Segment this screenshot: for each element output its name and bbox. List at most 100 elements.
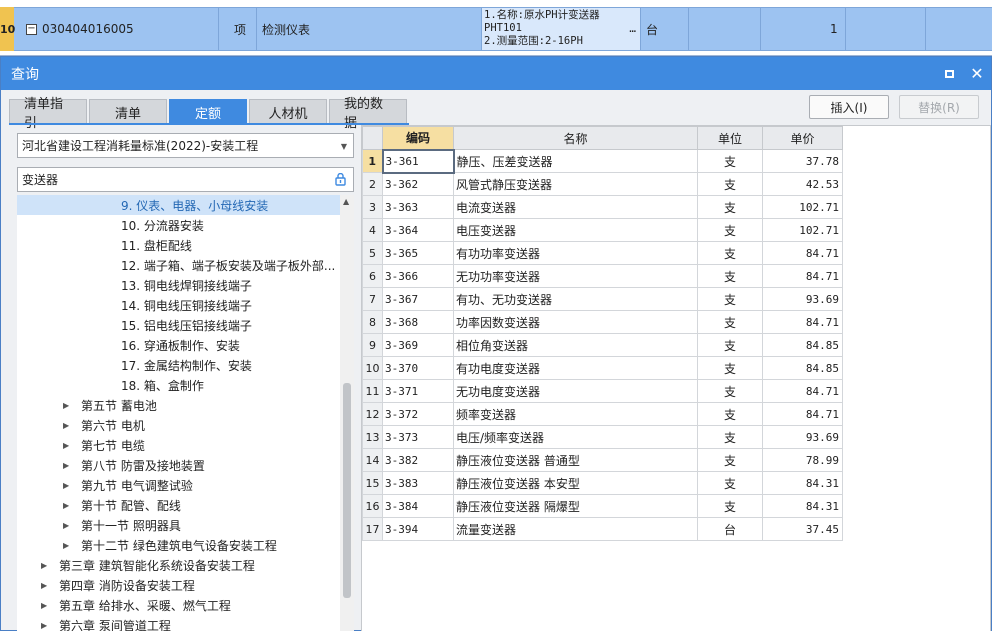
column-header-code[interactable]: 编码 [382,126,454,150]
table-row[interactable]: 15 3-383 静压液位变送器 本安型支 84.31 [362,471,843,495]
tree-item[interactable]: 11. 盘柜配线 [17,235,340,255]
sheet-quantity[interactable]: 1 [830,7,838,51]
more-icon[interactable]: … [629,22,636,35]
code-cell[interactable]: 3-361 [381,148,455,174]
unit-cell[interactable]: 支 [697,172,763,196]
caret-right-icon[interactable]: ▶ [41,561,53,570]
price-cell[interactable]: 102.71 [762,218,843,242]
price-cell[interactable]: 84.31 [762,494,843,518]
price-cell[interactable]: 93.69 [762,287,843,311]
price-cell[interactable]: 84.31 [762,471,843,495]
price-cell[interactable]: 84.71 [762,310,843,334]
tree-item[interactable]: 10. 分流器安装 [17,215,340,235]
caret-right-icon[interactable]: ▶ [41,621,53,630]
name-cell[interactable]: 相位角变送器 [453,333,698,357]
tree-item[interactable]: 15. 铝电线压铝接线端子 [17,315,340,335]
caret-right-icon[interactable]: ▶ [63,461,75,470]
collapse-icon[interactable]: − [26,23,37,35]
code-cell[interactable]: 3-364 [382,218,454,242]
tree-item[interactable]: 13. 铜电线焊铜接线端子 [17,275,340,295]
tab-quota[interactable]: 定额 [169,99,247,124]
row-number[interactable]: 6 [362,264,383,288]
unit-cell[interactable]: 支 [697,471,763,495]
code-cell[interactable]: 3-371 [382,379,454,403]
price-cell[interactable]: 42.53 [762,172,843,196]
tab-my-data[interactable]: 我的数据 [329,97,407,131]
row-number[interactable]: 9 [362,333,383,357]
name-cell[interactable]: 流量变送器 [453,517,698,541]
name-cell[interactable]: 静压、压差变送器 [453,149,698,173]
tree-item[interactable]: ▶ 第五节 蓄电池 [17,395,340,415]
scroll-up-icon[interactable]: ▲ [343,197,349,206]
caret-right-icon[interactable]: ▶ [63,481,75,490]
table-row[interactable]: 3 3-363 电流变送器支 102.71 [362,195,843,219]
table-row[interactable]: 11 3-371 无功电度变送器支 84.71 [362,379,843,403]
unit-cell[interactable]: 支 [697,356,763,380]
tree-item[interactable]: ▶ 第九节 电气调整试验 [17,475,340,495]
price-cell[interactable]: 93.69 [762,425,843,449]
name-cell[interactable]: 无功电度变送器 [453,379,698,403]
tree-item[interactable]: ▶ 第六章 泵间管道工程 [17,615,340,631]
row-number[interactable]: 17 [362,517,383,541]
unit-cell[interactable]: 支 [697,379,763,403]
sheet-type[interactable]: 项 [234,7,246,51]
table-row[interactable]: 2 3-362 风管式静压变送器支 42.53 [362,172,843,196]
row-number[interactable]: 13 [362,425,383,449]
chevron-down-icon[interactable]: ▼ [341,142,347,151]
tree-item[interactable]: 9. 仪表、电器、小母线安装 [17,195,340,215]
table-row[interactable]: 12 3-372 频率变送器支 84.71 [362,402,843,426]
tree-item[interactable]: 12. 端子箱、端子板安装及端子板外部... [17,255,340,275]
column-header-name[interactable]: 名称 [453,126,698,150]
unit-cell[interactable]: 支 [697,402,763,426]
tree-scrollbar[interactable]: ▲ [340,195,354,631]
code-cell[interactable]: 3-362 [382,172,454,196]
price-cell[interactable]: 78.99 [762,448,843,472]
code-cell[interactable]: 3-373 [382,425,454,449]
name-cell[interactable]: 风管式静压变送器 [453,172,698,196]
caret-right-icon[interactable]: ▶ [63,501,75,510]
tree-item[interactable]: ▶ 第七节 电缆 [17,435,340,455]
unit-cell[interactable]: 支 [697,195,763,219]
caret-right-icon[interactable]: ▶ [63,541,75,550]
name-cell[interactable]: 电压变送器 [453,218,698,242]
search-input[interactable]: 变送器 [17,167,354,192]
table-row[interactable]: 4 3-364 电压变送器支 102.71 [362,218,843,242]
row-number[interactable]: 7 [362,287,383,311]
tree-item[interactable]: ▶ 第十二节 绿色建筑电气设备安装工程 [17,535,340,555]
unit-cell[interactable]: 支 [697,310,763,334]
caret-right-icon[interactable]: ▶ [63,401,75,410]
tab-list-guide[interactable]: 清单指引 [9,97,87,131]
column-header-price[interactable]: 单价 [762,126,843,150]
row-number[interactable]: 11 [362,379,383,403]
caret-right-icon[interactable]: ▶ [41,601,53,610]
name-cell[interactable]: 电流变送器 [453,195,698,219]
sheet-name[interactable]: 检测仪表 [262,7,310,51]
table-row[interactable]: 7 3-367 有功、无功变送器支 93.69 [362,287,843,311]
tree-item[interactable]: ▶ 第十节 配管、配线 [17,495,340,515]
row-number[interactable]: 16 [362,494,383,518]
unit-cell[interactable]: 支 [697,494,763,518]
sheet-row-number[interactable]: 10 [0,7,15,51]
sheet-code-cell[interactable]: − 030404016005 [26,7,134,51]
code-cell[interactable]: 3-368 [382,310,454,334]
code-cell[interactable]: 3-370 [382,356,454,380]
code-cell[interactable]: 3-363 [382,195,454,219]
row-number[interactable]: 5 [362,241,383,265]
row-number[interactable]: 8 [362,310,383,334]
name-cell[interactable]: 静压液位变送器 本安型 [453,471,698,495]
column-header-unit[interactable]: 单位 [697,126,763,150]
tree-item[interactable]: ▶ 第三章 建筑智能化系统设备安装工程 [17,555,340,575]
table-row[interactable]: 14 3-382 静压液位变送器 普通型支 78.99 [362,448,843,472]
tab-labor-material[interactable]: 人材机 [249,99,327,124]
code-cell[interactable]: 3-367 [382,287,454,311]
tab-list[interactable]: 清单 [89,99,167,124]
insert-button[interactable]: 插入(I) [809,95,889,119]
name-cell[interactable]: 静压液位变送器 普通型 [453,448,698,472]
table-row[interactable]: 9 3-369 相位角变送器支 84.85 [362,333,843,357]
tree-item[interactable]: ▶ 第十一节 照明器具 [17,515,340,535]
caret-right-icon[interactable]: ▶ [41,581,53,590]
row-number[interactable]: 15 [362,471,383,495]
row-number[interactable]: 4 [362,218,383,242]
price-cell[interactable]: 37.45 [762,517,843,541]
scroll-thumb[interactable] [343,383,351,598]
